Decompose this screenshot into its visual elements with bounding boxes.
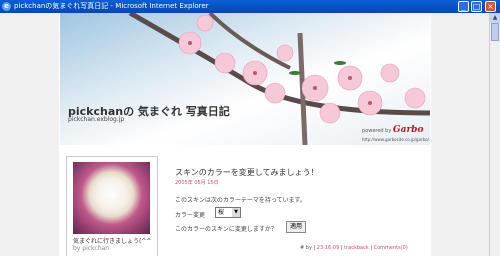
color-change-label: カラー変更 bbox=[175, 212, 206, 219]
profile-author[interactable]: by pickchan bbox=[73, 245, 109, 252]
minimize-button[interactable]: _ bbox=[458, 1, 469, 12]
window-titlebar: e pickchanの気まぐれ写真日記 - Microsoft Internet… bbox=[0, 0, 500, 13]
page-content: pickchanの 気まぐれ 写真日記 pickchan.exblog.jp p… bbox=[0, 13, 489, 256]
ie-icon: e bbox=[2, 2, 11, 11]
powered-by: powered by Garbo bbox=[362, 125, 423, 135]
apply-button[interactable]: 適用 bbox=[286, 221, 306, 233]
post-title: スキンのカラーを変更してみましょう！ bbox=[175, 168, 319, 177]
maximize-button[interactable]: □ bbox=[471, 1, 482, 12]
post-paragraph-1: このスキンは次のカラーテーマを持っています。 bbox=[175, 197, 306, 204]
comments-link[interactable]: Comments(0) bbox=[374, 245, 408, 251]
footer-sep-1: | bbox=[313, 245, 316, 251]
profile-caption: 気まぐれに行きましょう(^^ bbox=[73, 238, 152, 245]
color-select[interactable]: 桜 ▼ bbox=[215, 207, 241, 218]
post-date: 2005年 05月 15日 bbox=[175, 180, 219, 186]
blog-url[interactable]: pickchan.exblog.jp bbox=[68, 116, 124, 123]
powered-by-text: powered by bbox=[362, 128, 392, 134]
post-time-link[interactable]: 23:16:09 bbox=[317, 245, 339, 251]
footer-by: # by bbox=[300, 245, 312, 251]
color-select-value: 桜 bbox=[218, 209, 225, 216]
post-paragraph-2: このカラーのスキンに変更しますか？ bbox=[175, 226, 277, 233]
close-button[interactable]: × bbox=[485, 1, 496, 12]
blog-header: pickchanの 気まぐれ 写真日記 pickchan.exblog.jp p… bbox=[60, 13, 430, 145]
scroll-thumb[interactable] bbox=[491, 23, 499, 41]
vertical-scrollbar[interactable]: ▲ bbox=[489, 13, 500, 256]
profile-card: 気まぐれに行きましょう(^^ by pickchan bbox=[66, 156, 158, 256]
chevron-down-icon: ▼ bbox=[232, 208, 240, 217]
garbo-url[interactable]: http://www.garbosite.co.jp/garbo/ bbox=[362, 137, 429, 142]
post-footer: # by | 23:16:09 | trackback | Comments(0… bbox=[300, 245, 408, 251]
dandelion-photo bbox=[73, 162, 150, 234]
trackback-link[interactable]: trackback bbox=[344, 245, 369, 251]
scroll-up-icon[interactable]: ▲ bbox=[490, 13, 500, 23]
garbo-logo[interactable]: Garbo bbox=[393, 125, 424, 135]
footer-sep-2: | bbox=[340, 245, 343, 251]
footer-sep-3: | bbox=[370, 245, 373, 251]
window-title: pickchanの気まぐれ写真日記 - Microsoft Internet E… bbox=[14, 2, 209, 10]
